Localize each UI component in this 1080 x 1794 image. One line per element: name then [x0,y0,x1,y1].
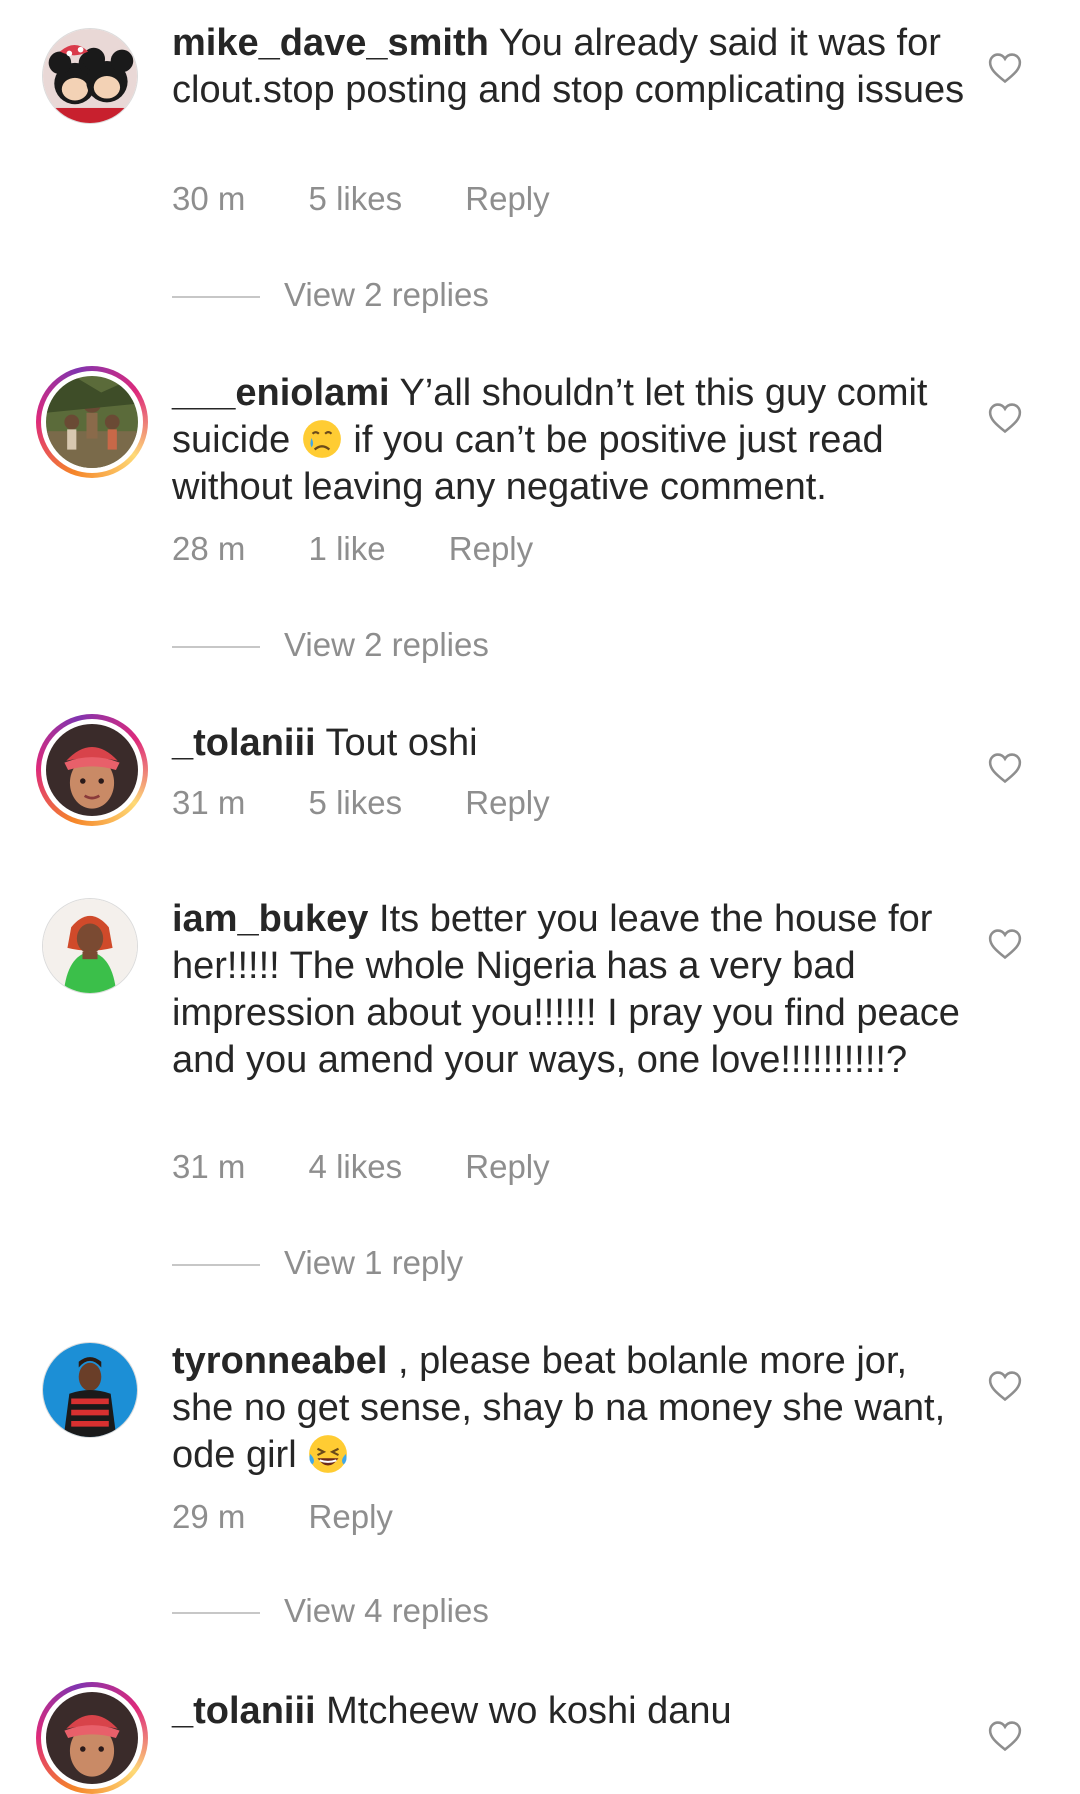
avatar[interactable] [42,1342,138,1438]
heart-outline-icon[interactable] [988,1720,1022,1752]
view-replies-label: View 4 replies [284,1592,489,1629]
view-replies-label: View 2 replies [284,276,489,313]
avatar[interactable] [36,1682,148,1794]
heart-outline-icon[interactable] [988,52,1022,84]
comment-username[interactable]: _tolaniii [172,722,316,764]
laughing-tears-emoji [307,1433,349,1475]
comment-likes[interactable]: 1 like [309,530,386,567]
comment-body: Mtcheew wo koshi danu [326,1690,732,1732]
comment-time: 30 m [172,180,246,217]
comment-username[interactable]: _tolaniii [172,1690,316,1732]
reply-button[interactable]: Reply [465,784,549,821]
replies-divider [172,296,260,299]
comment-body: Tout oshi [325,722,478,764]
replies-divider [172,1264,260,1267]
heart-outline-icon[interactable] [988,402,1022,434]
replies-divider [172,1612,260,1615]
view-replies-button[interactable]: View 1 reply [172,1244,463,1284]
comment-time: 29 m [172,1498,246,1535]
comment-text: tyronneabel , please beat bolanle more j… [172,1338,972,1479]
reply-button[interactable]: Reply [465,180,549,217]
comment-text: ___eniolami Y’all shouldn’t let this guy… [172,370,972,511]
comment-likes[interactable]: 5 likes [309,784,403,821]
comment-meta: 31 m 5 likes Reply [172,784,604,822]
view-replies-button[interactable]: View 2 replies [172,626,489,666]
heart-outline-icon[interactable] [988,1370,1022,1402]
comment-time: 31 m [172,1148,246,1185]
comment-text: _tolaniii Mtcheew wo koshi danu [172,1688,972,1735]
comment-username[interactable]: iam_bukey [172,898,368,940]
comment-username[interactable]: mike_dave_smith [172,22,489,64]
avatar[interactable] [42,898,138,994]
heart-outline-icon[interactable] [988,928,1022,960]
comment-likes[interactable]: 5 likes [309,180,403,217]
view-replies-label: View 1 reply [284,1244,464,1281]
view-replies-button[interactable]: View 4 replies [172,1592,489,1632]
comment-time: 28 m [172,530,246,567]
comment-text: mike_dave_smith You already said it was … [172,20,972,114]
comment-username[interactable]: ___eniolami [172,372,390,414]
avatar[interactable] [36,366,148,478]
comment-meta: 28 m 1 like Reply [172,530,587,568]
view-replies-button[interactable]: View 2 replies [172,276,489,316]
avatar[interactable] [36,714,148,826]
crying-face-emoji [301,418,343,460]
comment-meta: 29 m Reply [172,1498,447,1536]
comment-time: 31 m [172,784,246,821]
avatar[interactable] [42,28,138,124]
reply-button[interactable]: Reply [465,1148,549,1185]
reply-button[interactable]: Reply [449,530,533,567]
comment-text: iam_bukey Its better you leave the house… [172,896,972,1084]
comment-username[interactable]: tyronneabel [172,1340,387,1382]
view-replies-label: View 2 replies [284,626,489,663]
comment-text: _tolaniii Tout oshi [172,720,972,767]
heart-outline-icon[interactable] [988,752,1022,784]
comment-meta: 30 m 5 likes Reply [172,180,604,218]
comment-likes[interactable]: 4 likes [309,1148,403,1185]
comment-meta: 31 m 4 likes Reply [172,1148,604,1186]
reply-button[interactable]: Reply [309,1498,393,1535]
replies-divider [172,646,260,649]
